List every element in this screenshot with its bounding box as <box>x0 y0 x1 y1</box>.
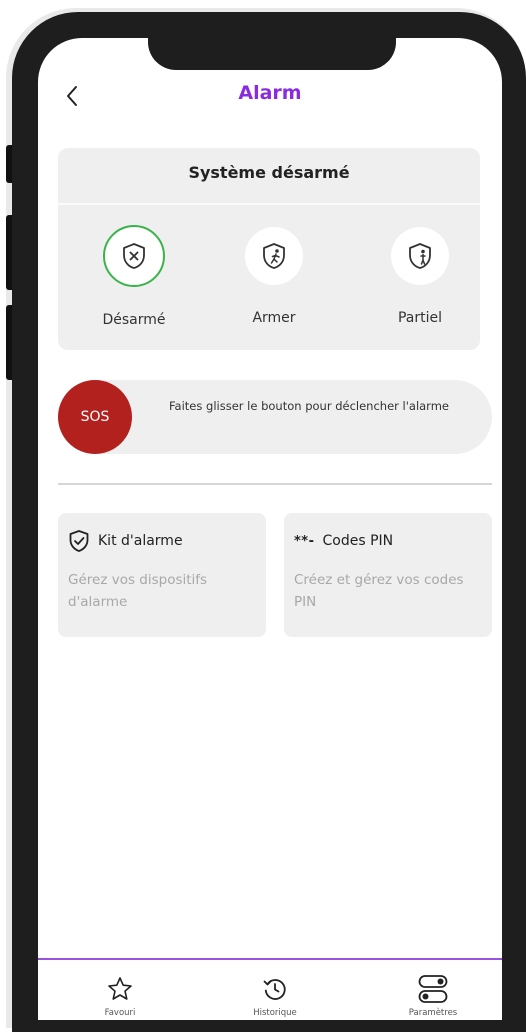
pin-codes-title: Codes PIN <box>322 533 394 549</box>
star-icon <box>108 977 132 1000</box>
pin-codes-tile[interactable]: **- Codes PIN Créez et gérez vos codes P… <box>284 513 492 637</box>
mode-partial[interactable]: Partiel <box>365 227 475 326</box>
toggles-icon <box>418 975 448 1003</box>
page-title: Alarm <box>238 82 302 104</box>
sos-hint: Faites glisser le bouton pour déclencher… <box>169 399 449 413</box>
sos-button[interactable]: SOS <box>58 380 132 454</box>
app-screen: Alarm Système désarmé Désarmé Armer Part… <box>38 38 502 1020</box>
mode-arm[interactable]: Armer <box>219 227 329 326</box>
status-title: Système désarmé <box>188 163 350 182</box>
app-header: Alarm <box>38 78 502 114</box>
mode-disarmed[interactable]: Désarmé <box>79 225 189 328</box>
mode-disarmed-button[interactable] <box>103 225 165 287</box>
pin-code-icon: **- <box>294 533 315 549</box>
mode-partial-button[interactable] <box>391 227 449 285</box>
tab-settings[interactable]: Paramètres <box>388 972 478 1018</box>
tab-favourite[interactable]: Favouri <box>75 972 165 1018</box>
mode-disarmed-label: Désarmé <box>102 312 166 328</box>
mode-arm-label: Armer <box>252 310 296 326</box>
section-divider <box>58 483 492 485</box>
device-notch <box>148 38 396 70</box>
pin-codes-description: Créez et gérez vos codes PIN <box>294 572 464 610</box>
alarm-kit-description: Gérez vos dispositifs d'alarme <box>68 572 208 610</box>
mode-arm-button[interactable] <box>245 227 303 285</box>
shield-check-icon <box>69 530 89 552</box>
tabbar-accent-line <box>38 958 502 960</box>
tab-favourite-label: Favouri <box>104 1008 136 1018</box>
alarm-status-card: Système désarmé Désarmé Armer Partiel <box>58 148 480 350</box>
sos-slider-track[interactable]: SOS Faites glisser le bouton pour déclen… <box>58 380 492 454</box>
shield-person-icon <box>409 243 431 269</box>
shield-x-icon <box>123 243 145 269</box>
tab-history-label: Historique <box>253 1008 297 1018</box>
tab-history[interactable]: Historique <box>230 972 320 1018</box>
tab-settings-label: Paramètres <box>408 1008 458 1018</box>
history-icon <box>263 979 286 1000</box>
mode-partial-label: Partiel <box>397 310 443 326</box>
shield-running-person-icon <box>263 243 285 269</box>
alarm-kit-title: Kit d'alarme <box>98 533 183 549</box>
alarm-kit-tile[interactable]: Kit d'alarme Gérez vos dispositifs d'ala… <box>58 513 266 637</box>
status-divider <box>58 203 480 205</box>
